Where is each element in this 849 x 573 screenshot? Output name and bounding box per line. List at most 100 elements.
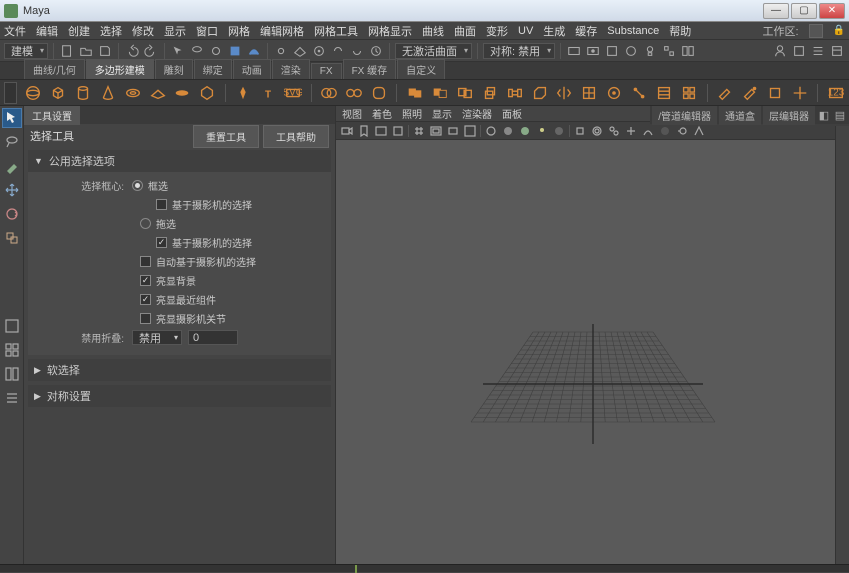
select-mode-icon[interactable]: [170, 43, 186, 59]
viewport[interactable]: [336, 140, 849, 564]
poly-sphere-icon[interactable]: [23, 83, 42, 103]
bevel-icon[interactable]: [530, 83, 549, 103]
smooth-icon[interactable]: [369, 83, 388, 103]
menu-item[interactable]: 网格工具: [314, 23, 358, 39]
select-tool[interactable]: [2, 108, 22, 128]
cam-based-drag-check[interactable]: [156, 237, 167, 248]
save-scene-icon[interactable]: [97, 43, 113, 59]
combine-icon[interactable]: [320, 83, 339, 103]
shelf-tab[interactable]: 多边形建模: [86, 59, 154, 79]
lasso-icon[interactable]: [189, 43, 205, 59]
hilite-near-check[interactable]: [140, 294, 151, 305]
vp-wireframe-icon[interactable]: [484, 124, 498, 138]
panel-toggle-icon[interactable]: [680, 43, 696, 59]
render-settings-icon[interactable]: [604, 43, 620, 59]
poly-cube-icon[interactable]: [48, 83, 67, 103]
layout-two-icon[interactable]: [2, 364, 22, 384]
svg-icon[interactable]: SVG: [284, 83, 303, 103]
vp-expose-icon[interactable]: [624, 124, 638, 138]
crease-icon[interactable]: [790, 83, 809, 103]
render-setup-icon[interactable]: [661, 43, 677, 59]
marquee-radio[interactable]: [132, 180, 143, 191]
redo-icon[interactable]: [143, 43, 159, 59]
quad-draw-icon[interactable]: [680, 83, 699, 103]
section-header[interactable]: ▶ 软选择: [28, 359, 331, 381]
vp-textured-icon[interactable]: [518, 124, 532, 138]
snap-toggle-icon[interactable]: [330, 43, 346, 59]
nolive-dropdown[interactable]: 无激活曲面: [395, 43, 472, 59]
undo-icon[interactable]: [124, 43, 140, 59]
viewport-menu-item[interactable]: 视图: [342, 106, 362, 121]
attr-toggle-icon[interactable]: [829, 43, 845, 59]
shelf-tab[interactable]: 渲染: [272, 59, 310, 79]
paint-select-icon[interactable]: [208, 43, 224, 59]
vp-ao-icon[interactable]: [658, 124, 672, 138]
layout-four-icon[interactable]: [2, 340, 22, 360]
panel-toggle-icon[interactable]: ▤: [833, 108, 847, 122]
text-icon[interactable]: T: [259, 83, 278, 103]
poly-cylinder-icon[interactable]: [73, 83, 92, 103]
vp-shadows-icon[interactable]: [552, 124, 566, 138]
snap-curve-icon[interactable]: [246, 43, 262, 59]
open-scene-icon[interactable]: [78, 43, 94, 59]
vp-bookmark-icon[interactable]: [357, 124, 371, 138]
paint-select-tool[interactable]: [2, 156, 22, 176]
snap-live-icon[interactable]: [311, 43, 327, 59]
outliner-icon[interactable]: [2, 388, 22, 408]
vp-gamma-icon[interactable]: [641, 124, 655, 138]
shelf-tab[interactable]: 绑定: [194, 59, 232, 79]
snap-plane-icon[interactable]: [292, 43, 308, 59]
hilite-cam-joint-check[interactable]: [140, 313, 151, 324]
boolean-diff-icon[interactable]: [430, 83, 449, 103]
vp-image-plane-icon[interactable]: [374, 124, 388, 138]
minimize-button[interactable]: —: [763, 3, 789, 19]
shelf-tab[interactable]: FX: [311, 63, 342, 79]
poly-plane-icon[interactable]: [148, 83, 167, 103]
sculpt2-icon[interactable]: [740, 83, 759, 103]
sculpt3-icon[interactable]: [765, 83, 784, 103]
target-weld-icon[interactable]: [605, 83, 624, 103]
toolbox-toggle-icon[interactable]: [791, 43, 807, 59]
disable-dropdown[interactable]: 禁用: [132, 330, 182, 345]
symmetry-dropdown[interactable]: 对称: 禁用: [483, 43, 555, 59]
section-header[interactable]: ▼ 公用选择选项: [28, 150, 331, 172]
workspace-dropdown[interactable]: [809, 24, 823, 38]
right-tab[interactable]: /管道编辑器: [652, 106, 717, 125]
menu-item[interactable]: UV: [518, 25, 533, 37]
viewport-menu-item[interactable]: 照明: [402, 106, 422, 121]
viewport-menu-item[interactable]: 着色: [372, 106, 392, 121]
boolean-union-icon[interactable]: [405, 83, 424, 103]
scale-tool[interactable]: [2, 228, 22, 248]
shelf-tab[interactable]: FX 缓存: [343, 59, 397, 79]
menu-item[interactable]: Substance: [607, 25, 659, 37]
multicut-icon[interactable]: [580, 83, 599, 103]
reset-tool-button[interactable]: 重置工具: [193, 125, 259, 148]
account-icon[interactable]: [772, 43, 788, 59]
vp-aa-icon[interactable]: [692, 124, 706, 138]
menu-item[interactable]: 网格显示: [368, 23, 412, 39]
poly-disc-icon[interactable]: [173, 83, 192, 103]
menu-item[interactable]: 曲面: [454, 23, 476, 39]
shelf-menu-icon[interactable]: [4, 82, 17, 104]
move-tool[interactable]: [2, 180, 22, 200]
boolean-inter-icon[interactable]: [455, 83, 474, 103]
shelf-tab[interactable]: 雕刻: [155, 59, 193, 79]
poly-count-icon[interactable]: 123: [826, 83, 845, 103]
menu-item[interactable]: 编辑网格: [260, 23, 304, 39]
vp-grid-icon[interactable]: [412, 124, 426, 138]
poly-torus-icon[interactable]: [123, 83, 142, 103]
close-button[interactable]: ✕: [819, 3, 845, 19]
shelf-tab[interactable]: 自定义: [397, 59, 445, 79]
menu-item[interactable]: 窗口: [196, 23, 218, 39]
right-scrollbar[interactable]: [835, 126, 849, 564]
hypershade-icon[interactable]: [623, 43, 639, 59]
insert-edge-icon[interactable]: [655, 83, 674, 103]
tool-help-button[interactable]: 工具帮助: [263, 125, 329, 148]
snap-point-icon[interactable]: [273, 43, 289, 59]
vp-xray-joints-icon[interactable]: [607, 124, 621, 138]
menu-item[interactable]: 显示: [164, 23, 186, 39]
shelf-tab[interactable]: 动画: [233, 59, 271, 79]
menu-item[interactable]: 曲线: [422, 23, 444, 39]
vp-resolution-gate-icon[interactable]: [446, 124, 460, 138]
history-icon[interactable]: [368, 43, 384, 59]
